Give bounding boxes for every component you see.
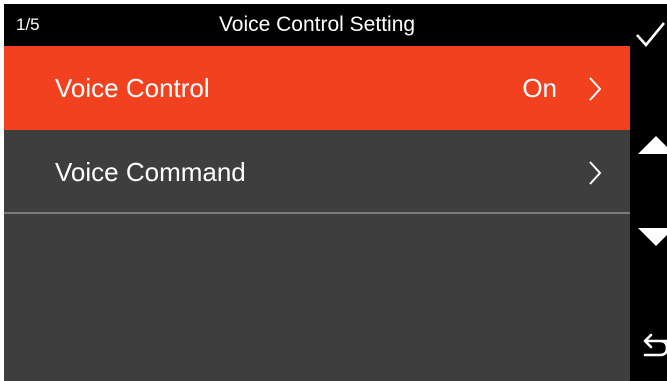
header-bar: 1/5 Voice Control Setting (4, 4, 630, 46)
chevron-right-icon (589, 77, 602, 101)
chevron-right-icon (589, 161, 602, 185)
side-control-bar (630, 4, 667, 381)
device-screen: 1/5 Voice Control Setting Voice Control … (4, 4, 667, 381)
menu-item-label: Voice Control (55, 73, 210, 103)
menu-item-voice-command[interactable]: Voice Command (4, 130, 630, 214)
check-icon (636, 22, 666, 47)
arrow-up-icon (638, 136, 667, 154)
page-title: Voice Control Setting (218, 13, 416, 36)
arrow-down-icon (638, 228, 667, 246)
menu-item-value: On (522, 73, 557, 103)
confirm-button[interactable] (630, 16, 667, 56)
back-button[interactable] (630, 328, 667, 368)
scroll-up-button[interactable] (630, 130, 667, 160)
scroll-down-button[interactable] (630, 222, 667, 252)
menu-item-label: Voice Command (55, 157, 246, 187)
menu-panel: 1/5 Voice Control Setting Voice Control … (4, 4, 630, 381)
menu-item-voice-control[interactable]: Voice Control On (4, 46, 630, 130)
back-return-icon (643, 333, 667, 357)
